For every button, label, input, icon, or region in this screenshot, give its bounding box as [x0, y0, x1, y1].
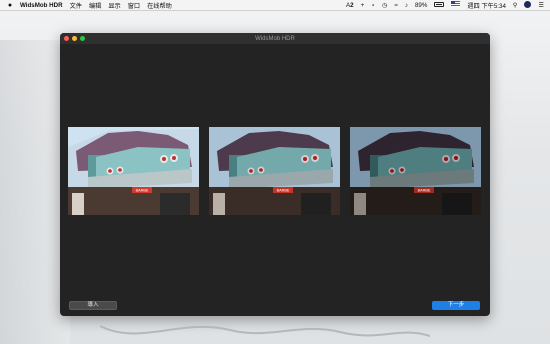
battery-percent[interactable]: 89% [415, 2, 427, 9]
window-title: WidsMob HDR [255, 35, 295, 42]
clock[interactable]: 週四 下午5:34 [467, 1, 506, 10]
menu-help[interactable]: 在线帮助 [147, 1, 172, 10]
status-area: A2 + ⋆ ◷ ≈ ♪ 89% 週四 下午5:34 ⚲ ☰ [339, 1, 550, 10]
photo-thumbnail-1[interactable]: BARBE [68, 127, 199, 215]
photo-thumbnail-2[interactable]: BARBE [209, 127, 340, 215]
desktop-cable [100, 325, 430, 337]
photo-thumbnail-3[interactable]: BARBE [350, 127, 481, 215]
app-menu[interactable]: WidsMob HDR [20, 2, 63, 9]
notification-list-icon[interactable]: ☰ [538, 2, 544, 9]
menu-window[interactable]: 窗口 [128, 1, 140, 10]
window-controls [64, 36, 88, 41]
photo-sign-3: BARBE [418, 189, 431, 193]
photo-sign-2: BARBE [277, 189, 290, 193]
app-window: WidsMob HDR BARBE BARBE BARBE 導入 下一步 [60, 33, 490, 316]
apple-menu-icon[interactable]: ● [6, 2, 14, 9]
wifi-icon[interactable]: ≈ [394, 2, 397, 9]
menu-bar: ● WidsMob HDR 文件 编辑 显示 窗口 在线帮助 A2 + ⋆ ◷ … [0, 0, 550, 11]
plus-icon[interactable]: + [361, 2, 365, 9]
next-button[interactable]: 下一步 [432, 301, 480, 310]
zoom-button[interactable] [80, 36, 85, 41]
time-machine-icon[interactable]: ◷ [382, 2, 387, 9]
minimize-button[interactable] [72, 36, 77, 41]
photo-sign-1: BARBE [136, 189, 149, 193]
flag-icon[interactable] [451, 1, 461, 9]
menu-file[interactable]: 文件 [70, 1, 82, 10]
bluetooth-icon[interactable]: ⋆ [371, 2, 375, 9]
battery-icon[interactable] [434, 2, 445, 9]
import-button[interactable]: 導入 [69, 301, 117, 310]
close-button[interactable] [64, 36, 69, 41]
status-badge: 2 [350, 1, 354, 9]
menu-view[interactable]: 显示 [108, 1, 120, 10]
volume-icon[interactable]: ♪ [405, 2, 408, 9]
menu-edit[interactable]: 编辑 [89, 1, 101, 10]
user-avatar-icon[interactable] [524, 1, 532, 9]
search-icon[interactable]: ⚲ [513, 2, 518, 9]
window-titlebar[interactable]: WidsMob HDR [60, 33, 490, 44]
status-app-icon[interactable]: A2 [346, 2, 354, 9]
